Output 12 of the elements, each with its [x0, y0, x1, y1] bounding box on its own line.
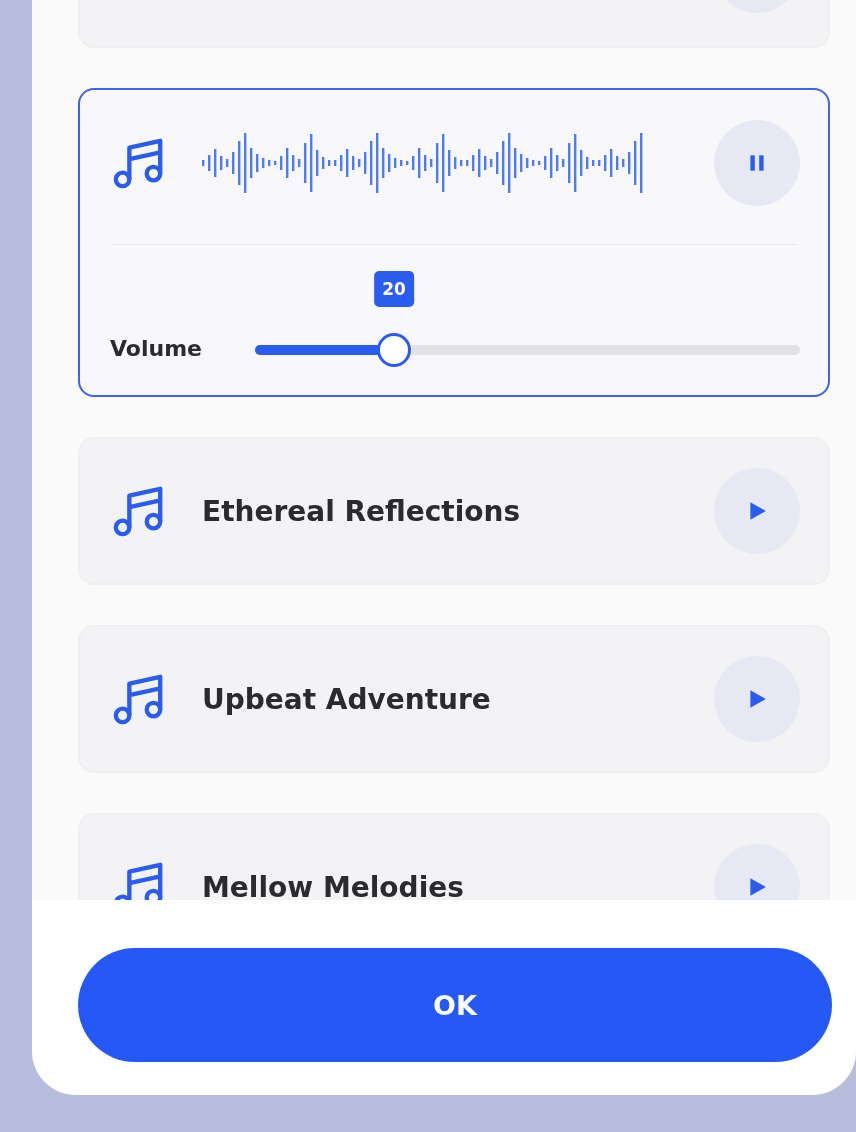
volume-slider-thumb[interactable] [376, 333, 411, 367]
volume-label: Volume [110, 336, 203, 363]
track-title: Ethereal Reflections [202, 494, 521, 528]
volume-value-tooltip: 20 [374, 271, 414, 307]
selected-track-card[interactable]: Volume 20 [78, 88, 830, 397]
track-title: Mellow Melodies [202, 870, 464, 900]
track-title: Upbeat Adventure [202, 682, 491, 716]
ok-button[interactable]: OK [78, 948, 832, 1062]
track-card[interactable]: Ethereal Reflections [78, 437, 830, 585]
volume-slider[interactable]: 20 [255, 271, 800, 367]
track-card[interactable]: Mellow Melodies [78, 813, 830, 900]
track-card[interactable]: Upbeat Adventure [78, 625, 830, 773]
